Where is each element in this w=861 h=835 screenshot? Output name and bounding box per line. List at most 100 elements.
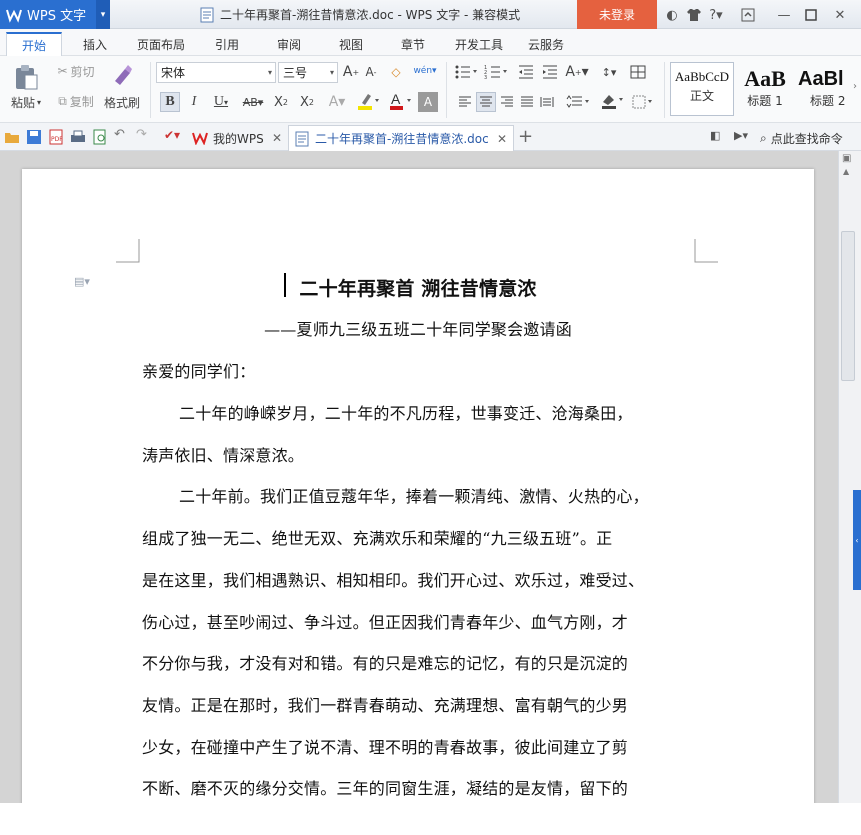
side-panel-toggle[interactable]: ‹: [853, 490, 861, 590]
maximize-icon[interactable]: [801, 5, 821, 25]
style-normal[interactable]: AaBbCcD 正文: [670, 62, 734, 116]
text-effect-icon[interactable]: A▾: [326, 92, 348, 112]
body-line: 组成了独一无二、绝世无双、充满欢乐和荣耀的“九三级五班”。正: [142, 529, 613, 548]
collapse-ribbon-icon[interactable]: [738, 5, 758, 25]
skin-icon[interactable]: ◐: [662, 5, 682, 25]
tab-home[interactable]: 开始: [6, 32, 62, 56]
shrink-font-icon[interactable]: A-: [362, 62, 380, 82]
save-icon[interactable]: [26, 129, 42, 145]
phonetic-icon[interactable]: wén▾: [410, 60, 440, 82]
tab-view[interactable]: 视图: [328, 32, 374, 56]
title-bar: WPS 文字 ▾ 二十年再聚首-溯往昔情意浓.doc - WPS 文字 - 兼容…: [0, 0, 861, 29]
paragraph-options-icon[interactable]: ▤▾: [74, 275, 90, 288]
open-icon[interactable]: [4, 129, 20, 145]
body-line: 伤心过，甚至吵闹过、争斗过。但正因我们青春年少、血气方刚，才: [142, 613, 629, 632]
tab-page-layout[interactable]: 页面布局: [130, 32, 192, 56]
cut-button[interactable]: ✂ 剪切: [52, 62, 100, 80]
strikethrough-icon[interactable]: AB▾: [238, 92, 268, 112]
distribute-icon[interactable]: [538, 92, 556, 112]
bold-icon[interactable]: B: [160, 92, 180, 112]
font-name-select[interactable]: 宋体 ▾: [156, 62, 276, 83]
sort-icon[interactable]: ↕▾: [596, 62, 622, 82]
char-shading-icon[interactable]: A: [418, 92, 438, 112]
bullet-list-icon[interactable]: [452, 62, 480, 82]
split-view-icon[interactable]: ▣: [842, 153, 851, 164]
style-heading-2[interactable]: AaBl 标题 2: [798, 62, 848, 116]
copy-button[interactable]: ⧉ 复制: [52, 92, 100, 110]
brush-icon[interactable]: [104, 60, 140, 90]
salutation: 亲爱的同学们：: [142, 362, 256, 381]
read-mode-icon[interactable]: ◧: [710, 129, 726, 145]
underline-icon[interactable]: U ▾: [206, 92, 236, 112]
grow-font-icon[interactable]: A +: [342, 62, 360, 82]
print-preview-icon[interactable]: [92, 129, 108, 145]
format-painter-button[interactable]: 格式刷: [100, 94, 144, 110]
decrease-indent-icon[interactable]: [516, 62, 536, 82]
style-heading-1[interactable]: AaB 标题 1: [736, 62, 794, 116]
line-spacing-icon[interactable]: [564, 92, 592, 112]
document-icon: [200, 7, 214, 23]
wps-logo-icon: [6, 7, 22, 23]
vertical-scrollbar[interactable]: ▣ ▲: [838, 151, 861, 803]
redo-icon[interactable]: ↷: [136, 127, 152, 143]
justify-icon[interactable]: [518, 92, 536, 112]
document-page[interactable]: ▤▾ 二十年再聚首 溯往昔情意浓 ——夏师九三级五班二十年同学聚会邀请函 亲爱的…: [22, 169, 814, 803]
command-search[interactable]: ⌕ 点此查找命令: [760, 125, 860, 151]
tab-review[interactable]: 审阅: [266, 32, 312, 56]
align-right-icon[interactable]: [498, 92, 516, 112]
tab-current-document[interactable]: 二十年再聚首-溯往昔情意浓.doc ✕: [288, 125, 514, 151]
superscript-icon[interactable]: X2: [270, 92, 292, 112]
align-left-icon[interactable]: [456, 92, 474, 112]
close-tab-icon[interactable]: ✕: [272, 131, 282, 145]
close-icon[interactable]: ✕: [830, 5, 850, 25]
help-icon[interactable]: ?▾: [706, 5, 726, 25]
borders-icon[interactable]: [630, 92, 656, 112]
scrollbar-thumb[interactable]: [841, 231, 855, 381]
paste-icon[interactable]: [8, 60, 44, 94]
divider: [150, 62, 151, 118]
numbered-list-icon[interactable]: 123: [482, 62, 510, 82]
shirt-icon[interactable]: [684, 5, 704, 25]
login-button[interactable]: 未登录: [577, 0, 657, 29]
chevron-down-icon[interactable]: ▾: [96, 0, 110, 29]
scissors-icon: ✂: [57, 64, 68, 78]
styles-more-icon[interactable]: ›: [850, 76, 860, 96]
close-tab-icon[interactable]: ✕: [497, 132, 507, 146]
align-center-icon[interactable]: [476, 92, 496, 112]
font-color-icon[interactable]: A: [386, 90, 414, 112]
wps-icon: [192, 132, 208, 145]
paragraph-shading-icon[interactable]: [598, 90, 626, 112]
body-line: 涛声依旧、情深意浓。: [142, 446, 305, 465]
customize-icon[interactable]: ✔▾: [164, 128, 180, 144]
quick-access-bar: PDF ↶ ↷ ✔▾ 我的WPS ✕ 二十年再聚首-溯往昔情意浓.doc ✕ +…: [0, 123, 861, 151]
tab-developer[interactable]: 开发工具: [448, 32, 510, 56]
svg-text:PDF: PDF: [51, 136, 63, 143]
paste-button[interactable]: 粘贴 ▾: [6, 94, 46, 110]
font-size-select[interactable]: 三号 ▾: [278, 62, 338, 83]
tab-my-wps[interactable]: 我的WPS ✕: [188, 125, 286, 151]
font-size-adjust-icon[interactable]: A + ▾: [564, 62, 590, 82]
italic-icon[interactable]: I: [184, 92, 204, 112]
share-icon[interactable]: ▶▾: [734, 129, 750, 145]
scroll-up-icon[interactable]: ▲: [843, 167, 849, 176]
svg-text:3: 3: [484, 75, 487, 80]
clear-format-icon[interactable]: ◇: [386, 62, 406, 82]
copy-icon: ⧉: [58, 93, 67, 108]
subscript-icon[interactable]: X2: [296, 92, 318, 112]
ribbon-tabs: 开始 插入 页面布局 引用 审阅 视图 章节 开发工具 云服务: [0, 29, 861, 56]
increase-indent-icon[interactable]: [540, 62, 560, 82]
new-tab-icon[interactable]: +: [518, 126, 534, 147]
print-icon[interactable]: [70, 129, 86, 145]
app-menu-button[interactable]: WPS 文字 ▾: [0, 0, 110, 29]
highlight-icon[interactable]: [354, 90, 382, 112]
table-border-icon[interactable]: [628, 62, 648, 82]
document-title: 二十年再聚首 溯往昔情意浓: [299, 278, 537, 300]
search-icon: ⌕: [760, 130, 767, 145]
tab-references[interactable]: 引用: [204, 32, 250, 56]
pdf-icon[interactable]: PDF: [48, 129, 64, 145]
tab-chapter[interactable]: 章节: [390, 32, 436, 56]
undo-icon[interactable]: ↶: [114, 127, 130, 143]
tab-insert[interactable]: 插入: [70, 32, 120, 56]
tab-cloud[interactable]: 云服务: [520, 32, 572, 56]
minimize-icon[interactable]: —: [774, 5, 794, 25]
